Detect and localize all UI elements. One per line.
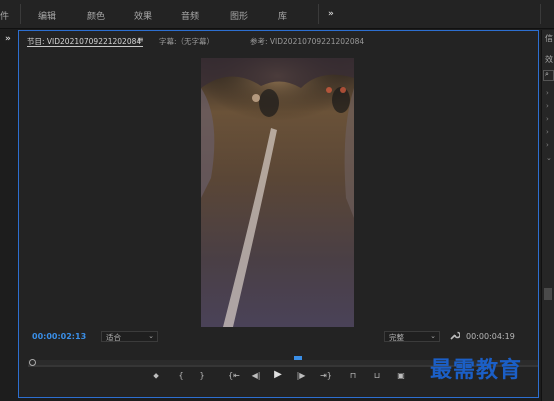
- divider: [318, 4, 319, 24]
- scrollbar-thumb[interactable]: [544, 288, 552, 300]
- tab-captions[interactable]: 字幕:（无字幕）: [159, 36, 214, 47]
- zoom-level-select[interactable]: 适合 ⌄: [101, 331, 158, 342]
- video-image: [201, 58, 354, 327]
- zoom-level-value: 适合: [106, 333, 121, 342]
- workspace-edit[interactable]: 编辑: [38, 9, 56, 22]
- mark-in-button[interactable]: {: [174, 371, 188, 380]
- play-button[interactable]: ▶: [271, 369, 285, 380]
- panel-menu-icon[interactable]: ≡: [137, 35, 144, 44]
- step-back-button[interactable]: ◀|: [248, 371, 264, 380]
- chevron-right-icon[interactable]: ›: [546, 115, 549, 123]
- panel-subtitle-partial: 效: [545, 55, 553, 64]
- step-forward-button[interactable]: |▶: [293, 371, 309, 380]
- workspace-libraries[interactable]: 库: [278, 9, 287, 22]
- workspace-more-button[interactable]: »: [328, 9, 334, 19]
- export-frame-button[interactable]: ▣: [394, 371, 408, 380]
- panel-expand-button[interactable]: »: [5, 34, 11, 44]
- chevron-right-icon[interactable]: ›: [546, 102, 549, 110]
- chevron-right-icon[interactable]: ›: [546, 141, 549, 149]
- add-marker-button[interactable]: ⬥: [149, 371, 163, 381]
- lift-button[interactable]: ⊓: [346, 371, 360, 380]
- playback-resolution-select[interactable]: 完整 ⌄: [384, 331, 440, 342]
- mark-out-button[interactable]: }: [195, 371, 209, 380]
- workspace-color[interactable]: 颜色: [87, 9, 105, 22]
- go-to-out-button[interactable]: ⇥}: [317, 371, 335, 380]
- panel-title-partial: 信: [545, 34, 553, 43]
- workspace-graphics[interactable]: 图形: [230, 9, 248, 22]
- video-frame[interactable]: [201, 58, 354, 327]
- search-box[interactable]: ⌕: [543, 70, 554, 81]
- current-timecode[interactable]: 00:00:02:13: [32, 332, 86, 341]
- chevron-down-icon: ⌄: [148, 332, 154, 340]
- divider: [20, 4, 21, 24]
- watermark-logo: 最需教育: [430, 358, 523, 383]
- tab-reference[interactable]: 参考: VID20210709221202084: [250, 36, 364, 47]
- chevron-down-icon[interactable]: ⌄: [546, 154, 552, 162]
- playback-resolution-value: 完整: [389, 333, 404, 342]
- extract-button[interactable]: ⊔: [370, 371, 384, 380]
- search-icon: ⌕: [545, 70, 549, 78]
- workspace-item-partial[interactable]: 件: [0, 9, 9, 22]
- workspace-bar: 件 编辑 颜色 效果 音频 图形 库 »: [0, 0, 554, 29]
- go-to-in-button[interactable]: {⇤: [225, 371, 243, 380]
- active-tab-underline: [27, 46, 143, 47]
- chevron-right-icon[interactable]: ›: [546, 89, 549, 97]
- divider: [540, 4, 541, 24]
- workspace-effects[interactable]: 效果: [134, 9, 152, 22]
- playhead[interactable]: [294, 348, 303, 363]
- chevron-right-icon[interactable]: ›: [546, 128, 549, 136]
- workspace-audio[interactable]: 音频: [181, 9, 199, 22]
- chevron-down-icon: ⌄: [430, 332, 436, 340]
- duration-timecode: 00:00:04:19: [466, 332, 515, 341]
- wrench-icon[interactable]: [449, 330, 460, 341]
- effects-panel-strip: 信 效 ⌕ › › › › › ⌄: [541, 30, 554, 401]
- zoom-scroll-handle[interactable]: [29, 359, 36, 366]
